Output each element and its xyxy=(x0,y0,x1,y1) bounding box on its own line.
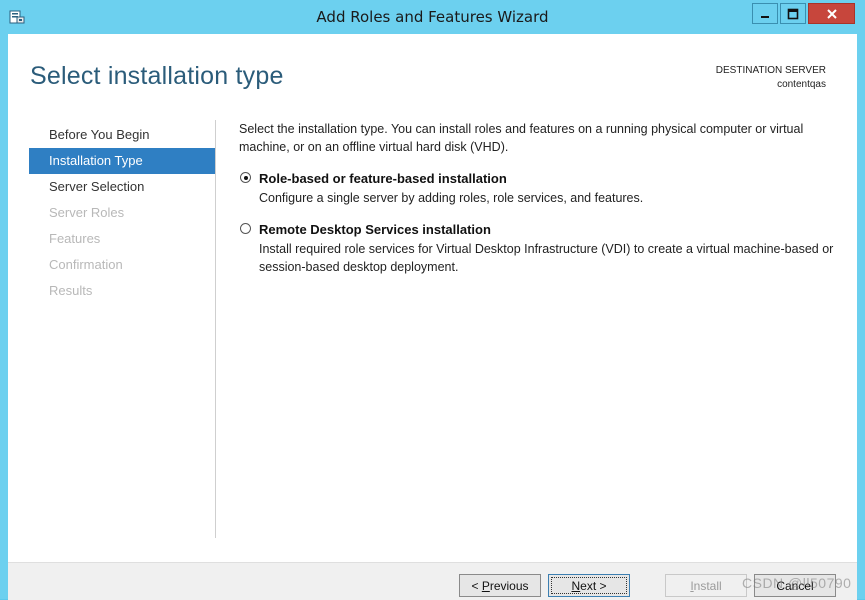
previous-button[interactable]: < Previous xyxy=(459,574,541,597)
previous-label: revious xyxy=(489,578,529,593)
option-title[interactable]: Role-based or feature-based installation xyxy=(259,170,839,187)
option-remote-desktop[interactable]: Remote Desktop Services installation Ins… xyxy=(239,221,839,276)
main-panel: Select the installation type. You can in… xyxy=(239,120,839,290)
close-icon xyxy=(826,8,837,19)
next-accesskey: N xyxy=(571,578,581,593)
destination-server-name: contentqas xyxy=(777,79,826,90)
wizard-window: Add Roles and Features Wizard Select ins… xyxy=(0,0,865,600)
title-bar: Add Roles and Features Wizard xyxy=(0,0,865,34)
wizard-nav: Before You Begin Installation Type Serve… xyxy=(29,122,215,304)
nav-divider xyxy=(215,120,216,538)
maximize-button[interactable] xyxy=(780,3,806,24)
destination-server-info: DESTINATION SERVER contentqas xyxy=(716,64,826,92)
destination-label: DESTINATION SERVER xyxy=(715,65,826,76)
intro-text: Select the installation type. You can in… xyxy=(239,122,804,154)
minimize-button[interactable] xyxy=(752,3,778,24)
window-title: Add Roles and Features Wizard xyxy=(316,8,549,26)
install-button: Install xyxy=(665,574,747,597)
nav-item-server-selection[interactable]: Server Selection xyxy=(29,174,215,200)
nav-item-server-roles: Server Roles xyxy=(49,205,125,220)
radio-role-based[interactable] xyxy=(240,172,251,183)
option-description: Configure a single server by adding role… xyxy=(259,191,644,205)
nav-item-results: Results xyxy=(49,283,93,298)
radio-remote-desktop[interactable] xyxy=(240,223,251,234)
option-title[interactable]: Remote Desktop Services installation xyxy=(259,221,839,238)
option-description: Install required role services for Virtu… xyxy=(259,242,834,274)
nav-item-installation-type[interactable]: Installation Type xyxy=(29,148,215,174)
close-button[interactable] xyxy=(808,3,855,24)
nav-item-confirmation: Confirmation xyxy=(49,257,123,272)
previous-accesskey: P xyxy=(481,578,490,593)
nav-item-before-you-begin[interactable]: Before You Begin xyxy=(29,122,215,148)
previous-prefix: < xyxy=(471,578,482,593)
install-label: nstall xyxy=(693,578,722,593)
next-label: ext > xyxy=(580,578,607,593)
wizard-footer: < Previous Next > Install Cancel xyxy=(8,562,857,600)
next-button[interactable]: Next > xyxy=(548,574,630,597)
page-title: Select installation type xyxy=(30,62,284,90)
watermark-text: CSDN @ll50790 xyxy=(742,575,852,591)
option-role-based[interactable]: Role-based or feature-based installation… xyxy=(239,170,839,207)
wizard-content: Select installation type DESTINATION SER… xyxy=(8,34,857,562)
maximize-icon xyxy=(787,8,799,19)
nav-item-features: Features xyxy=(49,231,101,246)
minimize-icon xyxy=(761,15,769,18)
